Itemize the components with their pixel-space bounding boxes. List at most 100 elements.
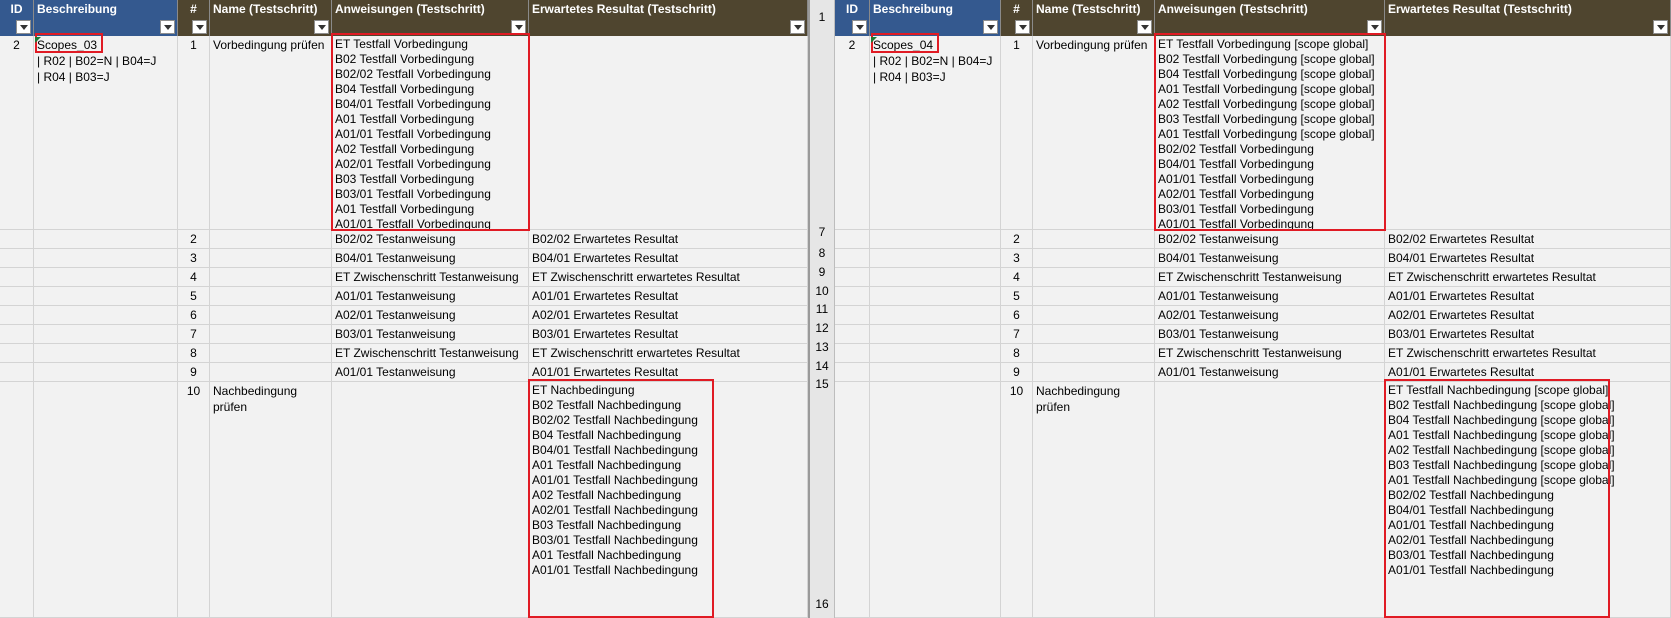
table-cell-desc[interactable] (870, 325, 1001, 344)
table-cell-nr[interactable]: 4 (178, 268, 210, 287)
table-cell-res[interactable]: A01/01 Erwartetes Resultat (1385, 363, 1671, 382)
erwartetes-resultat-filter-dropdown-button[interactable] (1653, 20, 1668, 34)
table-cell-res[interactable]: ET Zwischenschritt erwartetes Resultat (1385, 344, 1671, 363)
table-cell-desc[interactable] (870, 363, 1001, 382)
table-cell-res[interactable]: ET Zwischenschritt erwartetes Resultat (1385, 268, 1671, 287)
table-cell-desc[interactable] (870, 344, 1001, 363)
table-cell-id[interactable] (835, 344, 870, 363)
table-cell-desc[interactable] (870, 230, 1001, 249)
table-cell-step10-res[interactable]: ET Testfall Nachbedingung [scope global]… (1385, 382, 1671, 618)
table-cell-res[interactable]: ET Zwischenschritt erwartetes Resultat (529, 268, 808, 287)
table-cell-res[interactable]: B04/01 Erwartetes Resultat (529, 249, 808, 268)
table-cell-anw[interactable]: B03/01 Testanweisung (332, 325, 529, 344)
cell-resultat-step1[interactable] (1385, 36, 1671, 230)
table-cell-desc[interactable] (34, 306, 178, 325)
row-number[interactable]: 9 (810, 265, 834, 279)
table-cell-step10-name[interactable]: Nachbedingung prüfen (1033, 382, 1155, 618)
step-number-filter-dropdown-button[interactable] (192, 20, 207, 34)
table-cell-nr[interactable]: 8 (178, 344, 210, 363)
row-number[interactable]: 1 (810, 10, 834, 24)
table-cell-id[interactable] (835, 325, 870, 344)
step-number-filter-dropdown-button[interactable] (1015, 20, 1030, 34)
row-number[interactable]: 13 (810, 340, 834, 354)
table-cell-step10-desc[interactable] (34, 382, 178, 618)
table-cell-step10-nr[interactable]: 10 (1001, 382, 1033, 618)
erwartetes-resultat-filter-dropdown-button[interactable] (790, 20, 805, 34)
table-cell-nr[interactable]: 7 (1001, 325, 1033, 344)
table-cell-step10-anw[interactable] (1155, 382, 1385, 618)
table-cell-id[interactable] (835, 363, 870, 382)
table-cell-nr[interactable]: 9 (178, 363, 210, 382)
cell-step-name[interactable]: Vorbedingung prüfen (1033, 36, 1155, 230)
table-cell-anw[interactable]: B04/01 Testanweisung (1155, 249, 1385, 268)
table-cell-anw[interactable]: B03/01 Testanweisung (1155, 325, 1385, 344)
table-cell-desc[interactable] (34, 344, 178, 363)
table-cell-name[interactable] (1033, 268, 1155, 287)
cell-id[interactable]: 2 (835, 36, 870, 230)
table-cell-anw[interactable]: A02/01 Testanweisung (1155, 306, 1385, 325)
anweisungen-filter-dropdown-button[interactable] (1367, 20, 1382, 34)
table-cell-id[interactable] (0, 230, 34, 249)
id-filter-dropdown-button[interactable] (16, 20, 31, 34)
cell-step-name[interactable]: Vorbedingung prüfen (210, 36, 332, 230)
table-cell-anw[interactable]: A01/01 Testanweisung (332, 287, 529, 306)
table-cell-desc[interactable] (34, 268, 178, 287)
table-cell-desc[interactable] (870, 268, 1001, 287)
table-cell-res[interactable]: ET Zwischenschritt erwartetes Resultat (529, 344, 808, 363)
table-cell-name[interactable] (210, 249, 332, 268)
table-cell-anw[interactable]: B04/01 Testanweisung (332, 249, 529, 268)
table-cell-id[interactable] (0, 249, 34, 268)
row-number[interactable]: 12 (810, 321, 834, 335)
table-cell-nr[interactable]: 7 (178, 325, 210, 344)
table-cell-step10-desc[interactable] (870, 382, 1001, 618)
table-cell-anw[interactable]: A01/01 Testanweisung (1155, 363, 1385, 382)
table-cell-step10-id[interactable] (0, 382, 34, 618)
row-number[interactable]: 15 (810, 377, 834, 391)
table-cell-res[interactable]: B02/02 Erwartetes Resultat (529, 230, 808, 249)
row-number[interactable]: 8 (810, 246, 834, 260)
table-cell-name[interactable] (210, 287, 332, 306)
table-cell-anw[interactable]: A01/01 Testanweisung (1155, 287, 1385, 306)
table-cell-name[interactable] (1033, 344, 1155, 363)
row-number[interactable]: 10 (810, 284, 834, 298)
table-cell-res[interactable]: A02/01 Erwartetes Resultat (529, 306, 808, 325)
cell-resultat-step1[interactable] (529, 36, 808, 230)
table-cell-name[interactable] (1033, 306, 1155, 325)
table-cell-desc[interactable] (34, 230, 178, 249)
table-cell-desc[interactable] (34, 287, 178, 306)
table-cell-step10-anw[interactable] (332, 382, 529, 618)
table-cell-name[interactable] (210, 363, 332, 382)
table-cell-nr[interactable]: 8 (1001, 344, 1033, 363)
table-cell-desc[interactable] (870, 306, 1001, 325)
table-cell-desc[interactable] (34, 325, 178, 344)
table-cell-id[interactable] (0, 325, 34, 344)
cell-beschreibung[interactable]: Scopes_03 | R02 | B02=N | B04=J | R04 | B0… (34, 36, 178, 230)
table-cell-id[interactable] (835, 249, 870, 268)
anweisungen-filter-dropdown-button[interactable] (511, 20, 526, 34)
table-cell-res[interactable]: A01/01 Erwartetes Resultat (529, 287, 808, 306)
table-cell-name[interactable] (1033, 325, 1155, 344)
table-cell-nr[interactable]: 9 (1001, 363, 1033, 382)
row-number[interactable]: 11 (810, 302, 834, 316)
table-cell-id[interactable] (835, 306, 870, 325)
table-cell-res[interactable]: B02/02 Erwartetes Resultat (1385, 230, 1671, 249)
table-cell-name[interactable] (210, 230, 332, 249)
table-cell-anw[interactable]: ET Zwischenschritt Testanweisung (332, 344, 529, 363)
table-cell-id[interactable] (0, 363, 34, 382)
table-cell-anw[interactable]: A02/01 Testanweisung (332, 306, 529, 325)
cell-step-number[interactable]: 1 (178, 36, 210, 230)
table-cell-anw[interactable]: B02/02 Testanweisung (332, 230, 529, 249)
table-cell-name[interactable] (210, 306, 332, 325)
table-cell-name[interactable] (1033, 287, 1155, 306)
beschreibung-filter-dropdown-button[interactable] (160, 20, 175, 34)
table-cell-id[interactable] (835, 268, 870, 287)
table-cell-id[interactable] (0, 287, 34, 306)
table-cell-nr[interactable]: 2 (1001, 230, 1033, 249)
beschreibung-filter-dropdown-button[interactable] (983, 20, 998, 34)
row-number[interactable]: 7 (810, 225, 834, 239)
table-cell-nr[interactable]: 5 (178, 287, 210, 306)
table-cell-name[interactable] (1033, 230, 1155, 249)
cell-anweisungen-step1[interactable]: ET Testfall Vorbedingung [scope global] B… (1155, 36, 1385, 230)
table-cell-nr[interactable]: 5 (1001, 287, 1033, 306)
table-cell-desc[interactable] (34, 249, 178, 268)
